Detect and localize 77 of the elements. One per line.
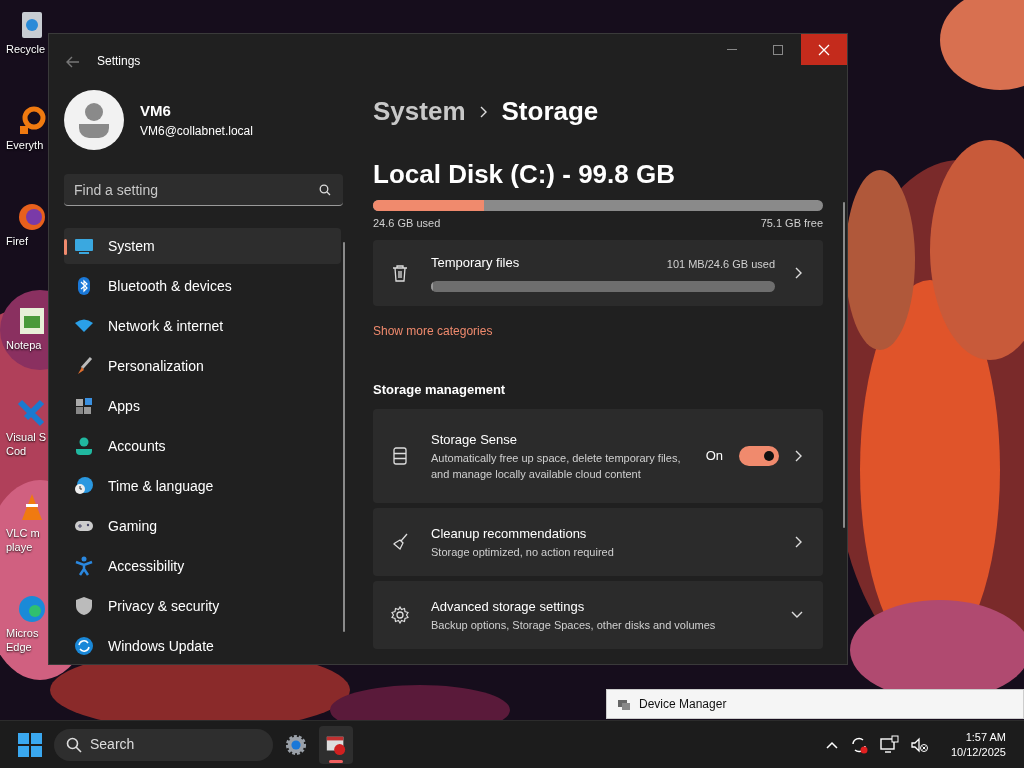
- chevron-icon: [479, 105, 488, 118]
- setting-title: Advanced storage settings: [431, 598, 586, 617]
- update-icon: [74, 636, 94, 656]
- breadcrumb-item[interactable]: System: [373, 92, 466, 131]
- search-icon: [66, 736, 82, 753]
- accounts-icon: [74, 436, 94, 456]
- apps-icon: [74, 396, 94, 416]
- nav-item[interactable]: System: [64, 228, 341, 264]
- nav-item[interactable]: Bluetooth & devices: [64, 268, 341, 304]
- chevron-icon[interactable]: [795, 450, 803, 462]
- free-space-text: 75.1 GB free: [760, 216, 823, 231]
- device-manager-icon: [617, 697, 631, 711]
- setting-card[interactable]: Advanced storage settings Backup options, Storage Spaces, other disks and volumes: [373, 581, 823, 649]
- tooltip-text: Device Manager: [639, 696, 727, 713]
- setting-title: Cleanup recommendations: [431, 525, 588, 544]
- search-field[interactable]: Find a setting: [64, 174, 343, 206]
- shortcut-label: Cod: [5, 444, 27, 458]
- shortcut-label: Recycle: [5, 42, 46, 56]
- nav-item[interactable]: Accounts: [64, 428, 341, 464]
- nav-item[interactable]: Time & language: [64, 468, 341, 504]
- nav-item[interactable]: Privacy & security: [64, 588, 341, 624]
- system-icon: [74, 236, 94, 256]
- nav-item[interactable]: Windows Update: [64, 628, 341, 664]
- shortcut-label: VLC m: [5, 526, 40, 540]
- show-more-link[interactable]: Show more categories: [373, 321, 493, 340]
- storage-category-card[interactable]: Temporary files 101 MB/24.6 GB used: [373, 239, 823, 306]
- nav-item[interactable]: Network & internet: [64, 308, 341, 344]
- storage-sense-icon: [391, 447, 409, 465]
- setting-description: Backup options, Storage Spaces, other disks and volumes: [431, 617, 717, 633]
- clock[interactable]: 1:57 AM 10/12/2025: [950, 729, 1006, 760]
- setting-description: Storage optimized, no action required: [431, 544, 615, 560]
- search-icon: [319, 184, 331, 196]
- nav-item[interactable]: Personalization: [64, 348, 341, 384]
- category-name: Temporary files: [431, 254, 520, 273]
- shortcut-label: Everyth: [5, 138, 44, 152]
- nav-item[interactable]: Gaming: [64, 508, 341, 544]
- privacy-icon: [74, 596, 94, 616]
- shortcut-label: playe: [5, 540, 33, 554]
- close-icon: [818, 43, 830, 56]
- gear-icon: [285, 732, 307, 757]
- user-name: VM6: [140, 100, 172, 121]
- taskbar-search-box[interactable]: Search: [54, 728, 273, 761]
- shortcut-label: Firef: [5, 234, 28, 248]
- cleanup-icon: [391, 533, 409, 551]
- used-space-text: 24.6 GB used: [373, 216, 441, 231]
- setting-description: Automatically free up space, delete temporary files, and manage locally available cloud content: [431, 450, 682, 482]
- category-usage: 101 MB/24.6 GB used: [666, 257, 775, 273]
- start-button-icon[interactable]: [18, 732, 42, 757]
- setting-title: Storage Sense: [431, 431, 518, 450]
- back-arrow-icon: [66, 55, 80, 68]
- network-icon[interactable]: [878, 734, 899, 755]
- shortcut-label: Micros: [5, 626, 39, 640]
- breadcrumb-item: Storage: [501, 95, 599, 128]
- section-title: Storage management: [373, 380, 507, 399]
- setting-card[interactable]: Cleanup recommendations Storage optimized, no action required: [373, 508, 823, 576]
- shortcut-label: Visual S: [5, 430, 47, 444]
- user-email: VM6@collabnet.local: [140, 123, 253, 141]
- toggle-state-label: On: [705, 447, 723, 466]
- setting-card[interactable]: Storage Sense Automatically free up space, delete temporary files, and manage locally available cloud content On: [373, 409, 823, 503]
- minimize-icon: [727, 48, 737, 51]
- chevron-icon[interactable]: [795, 266, 803, 279]
- chevron-icon[interactable]: [795, 536, 803, 548]
- advanced-icon: [391, 606, 409, 624]
- disk-title: Local Disk (C:) - 99.8 GB: [373, 158, 676, 191]
- toggle-switch[interactable]: [739, 446, 779, 466]
- window-title: Settings: [97, 53, 141, 70]
- accessibility-icon: [74, 556, 94, 576]
- shortcut-label: Notepa: [5, 338, 42, 352]
- taskbar-app-button[interactable]: [319, 725, 353, 764]
- user-avatar[interactable]: [64, 90, 124, 150]
- time-icon: [74, 476, 94, 496]
- shortcut-label: Edge: [5, 640, 32, 654]
- expand-chevron-icon[interactable]: [791, 611, 803, 619]
- maximize-icon: [773, 44, 783, 55]
- nav-item[interactable]: Accessibility: [64, 548, 341, 584]
- nav-item[interactable]: Apps: [64, 388, 341, 424]
- trash-icon: [391, 263, 409, 282]
